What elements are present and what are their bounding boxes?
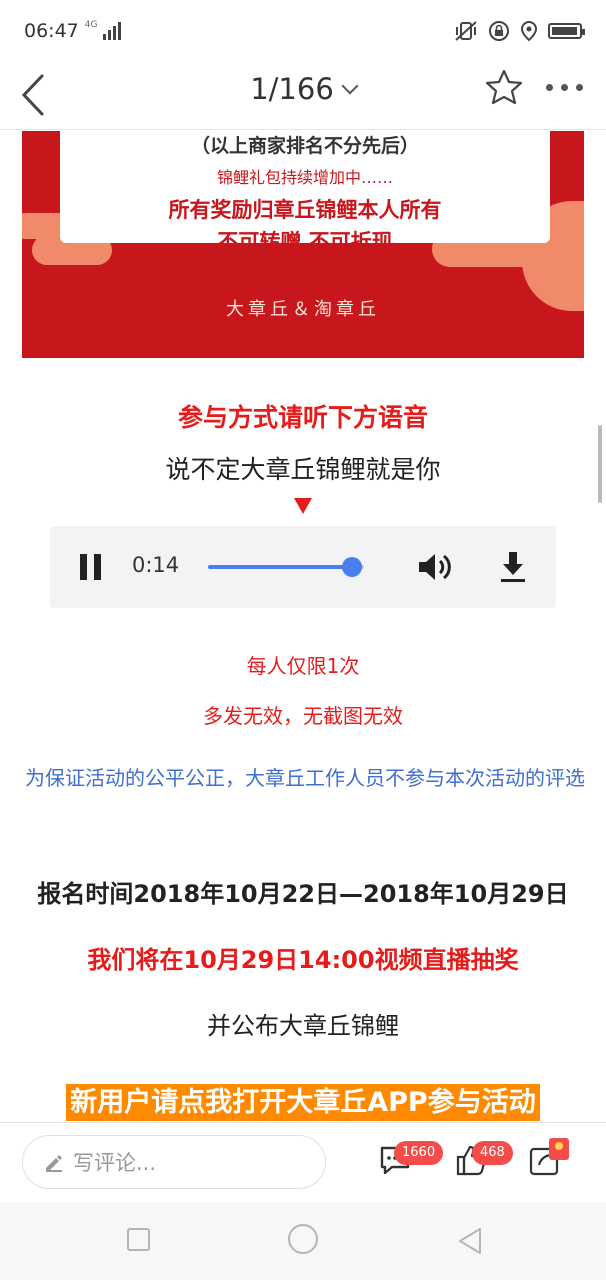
- status-bar: 06:47 4G: [0, 0, 606, 62]
- comment-placeholder: 写评论...: [73, 1151, 157, 1175]
- location-icon: [520, 20, 538, 42]
- announce-text: 并公布大章丘锦鲤: [207, 1012, 399, 1040]
- comment-input[interactable]: 写评论...: [22, 1135, 326, 1189]
- star-icon[interactable]: [484, 68, 524, 108]
- recent-apps-icon[interactable]: [127, 1228, 150, 1251]
- top-navbar: 1/166: [0, 62, 606, 130]
- draw-notice-text: 我们将在10月29日14:00视频直播抽奖: [87, 946, 519, 974]
- audio-progress-slider[interactable]: [208, 557, 364, 577]
- like-count-badge: 468: [472, 1141, 513, 1165]
- banner-brand: 大章丘＆淘章丘: [226, 299, 380, 320]
- battery-icon: [548, 23, 585, 39]
- arrow-down-icon: [294, 498, 312, 514]
- page-counter-label: 1/166: [250, 72, 334, 106]
- chevron-down-icon: [341, 77, 359, 95]
- event-banner-image: （以上商家排名不分先后） 锦鲤礼包持续增加中…… 所有奖励归章丘锦鲤本人所有 不…: [22, 131, 584, 358]
- red-packet-icon[interactable]: [548, 1137, 570, 1161]
- limit-note-text: 每人仅限1次: [246, 654, 360, 678]
- more-icon[interactable]: [546, 84, 583, 91]
- system-navigation-bar: [0, 1202, 606, 1280]
- volume-icon[interactable]: [416, 550, 452, 584]
- download-icon[interactable]: [498, 550, 528, 584]
- banner-ranking-note: （以上商家排名不分先后）: [190, 135, 419, 157]
- bottom-action-bar: 写评论... 1660 468: [0, 1122, 606, 1202]
- home-icon[interactable]: [288, 1224, 318, 1254]
- banner-gift-note: 锦鲤礼包持续增加中……: [216, 168, 393, 187]
- signal-icon: [103, 22, 122, 40]
- banner-no-transfer: 不可转赠 不可折现: [217, 230, 393, 254]
- cta-wrapper: 新用户请点我打开大章丘APP参与活动: [0, 1084, 606, 1121]
- audio-current-time: 0:14: [132, 553, 180, 577]
- system-back-icon[interactable]: [456, 1226, 484, 1256]
- open-app-link[interactable]: 新用户请点我打开大章丘APP参与活动: [66, 1084, 540, 1121]
- lock-rotation-icon: [489, 21, 509, 41]
- network-label: 4G: [84, 20, 98, 30]
- pencil-icon: [46, 1155, 62, 1172]
- banner-prize-owner: 所有奖励归章丘锦鲤本人所有: [168, 198, 442, 222]
- scrollbar-thumb[interactable]: [598, 425, 602, 503]
- join-method-text: 参与方式请听下方语音: [177, 403, 428, 432]
- status-time: 06:47: [24, 20, 79, 42]
- pause-icon[interactable]: [80, 554, 102, 580]
- audio-player: 0:14: [50, 526, 556, 608]
- audio-progress-knob[interactable]: [341, 557, 362, 577]
- mute-vibrate-icon: [455, 21, 477, 41]
- fairness-note-text: 为保证活动的公平公正，大章丘工作人员不参与本次活动的评选: [25, 766, 585, 790]
- banner-card: （以上商家排名不分先后） 锦鲤礼包持续增加中…… 所有奖励归章丘锦鲤本人所有 不…: [60, 131, 550, 254]
- comment-count-badge: 1660: [394, 1141, 444, 1165]
- tagline-text: 说不定大章丘锦鲤就是你: [165, 455, 441, 484]
- signup-time-text: 报名时间2018年10月22日—2018年10月29日: [37, 880, 569, 908]
- invalid-note-text: 多发无效，无截图无效: [203, 704, 403, 728]
